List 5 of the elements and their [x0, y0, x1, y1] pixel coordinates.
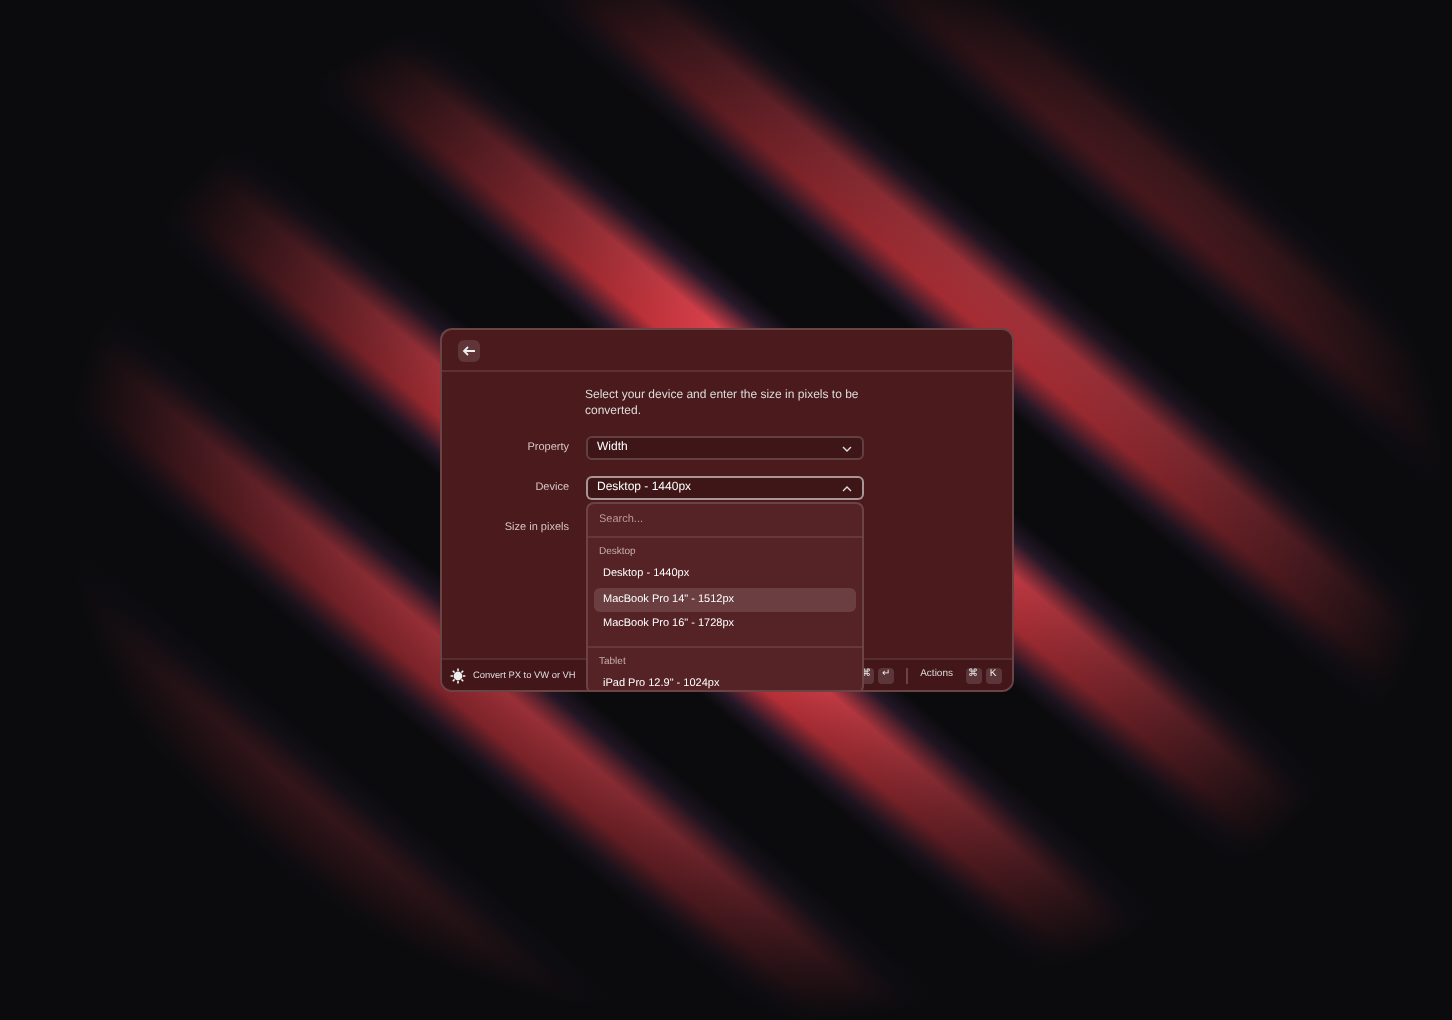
chevron-down-icon [841, 445, 851, 452]
back-button[interactable] [457, 339, 479, 361]
chevron-up-icon [841, 485, 851, 492]
back-arrow-icon [461, 345, 475, 355]
extension-icon [449, 667, 465, 683]
